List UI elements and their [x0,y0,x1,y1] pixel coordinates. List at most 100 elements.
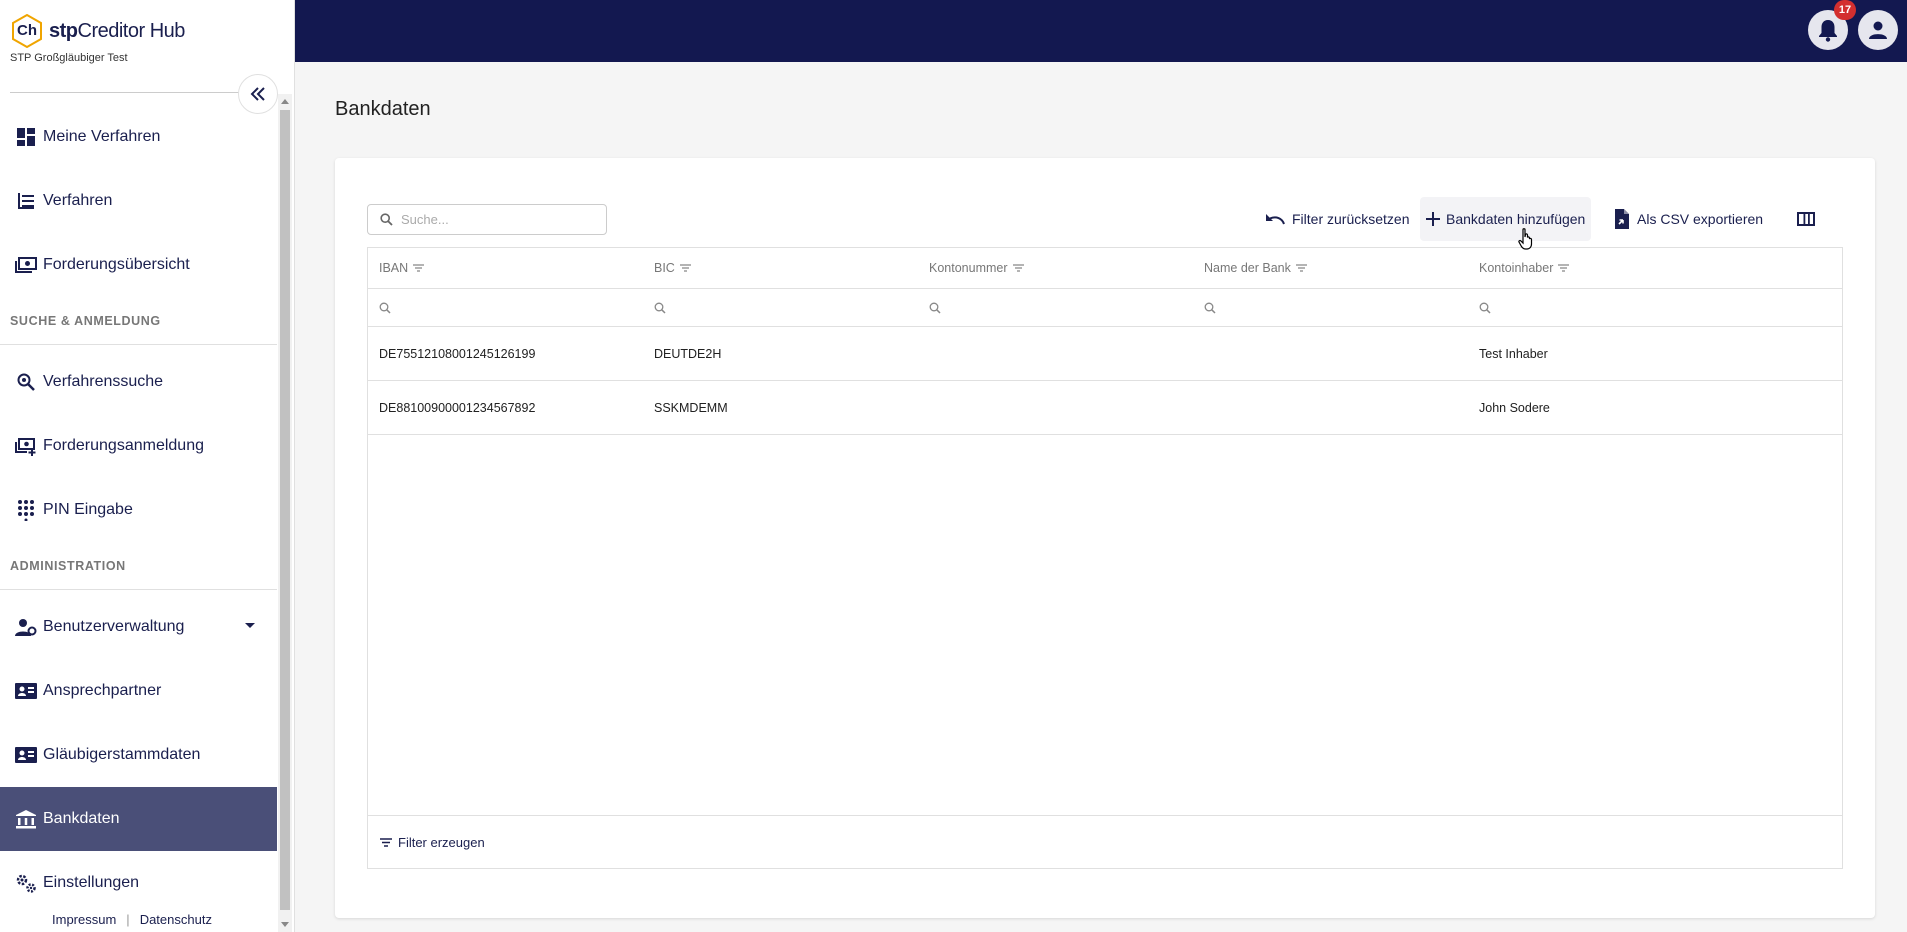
sidebar-item-glaeubigerstammdaten[interactable]: Gläubigerstammdaten [0,723,277,787]
reset-filter-button[interactable]: Filter zurücksetzen [1258,197,1415,241]
grid-filter-row [368,289,1842,327]
cell-iban: DE88100900001234567892 [379,400,536,415]
search-icon [654,302,666,314]
nav-section-admin: ADMINISTRATION [0,542,277,590]
column-header-bic[interactable]: BIC [643,248,918,288]
sidebar-item-label: Verfahren [43,192,113,209]
column-filter-bic[interactable] [643,289,918,326]
brand-subtitle: STP Großgläubiger Test [10,52,128,64]
sidebar-item-forderungsanmeldung[interactable]: Forderungsanmeldung [0,414,277,478]
contact-card-icon [14,679,38,703]
scroll-up-arrow-icon[interactable] [281,99,289,104]
create-filter-button[interactable]: Filter erzeugen [368,815,1842,868]
data-grid: IBAN BIC Kontonummer Name der Bank Konto… [367,247,1843,869]
file-export-icon [1613,208,1631,230]
column-header-kontonummer[interactable]: Kontonummer [918,248,1193,288]
sidebar-item-pin-eingabe[interactable]: PIN Eingabe [0,478,277,542]
filter-list-icon[interactable] [1558,264,1570,272]
settings-icon [14,871,38,895]
divider [10,92,240,93]
column-header-iban[interactable]: IBAN [368,248,643,288]
sidebar-item-ansprechpartner[interactable]: Ansprechpartner [0,659,277,723]
add-bankdata-button[interactable]: Bankdaten hinzufügen [1420,197,1592,241]
brand-logo[interactable]: Ch stpCreditor Hub [10,14,185,48]
sidebar-item-label: Meine Verfahren [43,128,161,145]
sidebar-item-verfahren[interactable]: Verfahren [0,169,277,233]
column-header-name-der-bank[interactable]: Name der Bank [1193,248,1468,288]
sidebar-scrollbar[interactable] [278,94,292,932]
money-icon [14,253,38,277]
column-filter-name-der-bank[interactable] [1193,289,1468,326]
user-cog-icon [14,615,38,639]
columns-button[interactable] [1791,197,1827,241]
view-column-icon [1797,212,1815,226]
cell-kontonummer [918,327,1193,380]
column-header-label: Name der Bank [1204,261,1291,275]
filter-list-icon[interactable] [1012,264,1024,272]
create-filter-label: Filter erzeugen [398,834,485,850]
export-csv-button[interactable]: Als CSV exportieren [1607,197,1769,241]
footer-links: Impressum | Datenschutz [52,912,212,927]
sidebar-item-verfahrenssuche[interactable]: Verfahrenssuche [0,350,277,414]
bank-icon [14,807,38,831]
datenschutz-link[interactable]: Datenschutz [140,912,212,927]
nav-list: Meine Verfahren Verfahren Forderungsüber… [0,105,277,915]
sidebar-item-einstellungen[interactable]: Einstellungen [0,851,277,915]
search-icon [379,302,391,314]
search-field[interactable] [367,204,607,235]
export-csv-label: Als CSV exportieren [1637,211,1764,227]
plus-icon [1426,212,1440,226]
cell-kontoinhaber: Test Inhaber [1479,346,1548,361]
scrollbar-thumb[interactable] [280,110,290,910]
user-avatar-icon [1869,21,1887,39]
brand-name: stpCreditor Hub [49,19,185,42]
filter-list-icon[interactable] [1295,264,1307,272]
undo-icon [1264,212,1286,226]
scroll-down-arrow-icon[interactable] [281,922,289,927]
sidebar-item-label: Forderungsübersicht [43,256,190,273]
filter-list-icon[interactable] [679,264,691,272]
dashboard-icon [14,125,38,149]
column-filter-kontonummer[interactable] [918,289,1193,326]
cell-kontoinhaber: John Sodere [1479,400,1550,415]
table-row[interactable]: DE75512108001245126199 DEUTDE2H Test Inh… [368,327,1842,381]
sidebar-item-meine-verfahren[interactable]: Meine Verfahren [0,105,277,169]
search-icon [1479,302,1491,314]
filter-list-icon [380,837,392,847]
logo-text: Ch [17,22,37,39]
cell-name-der-bank [1193,381,1468,434]
add-bankdata-label: Bankdaten hinzufügen [1446,211,1586,227]
sidebar-item-label: Einstellungen [43,874,140,891]
sidebar-item-label: PIN Eingabe [43,501,133,518]
user-menu-button[interactable] [1858,10,1898,50]
list-icon [14,189,38,213]
contact-card-icon [14,743,38,767]
cell-bic: DEUTDE2H [654,346,722,361]
sidebar-item-bankdaten[interactable]: Bankdaten [0,787,277,851]
cell-kontonummer [918,381,1193,434]
impressum-link[interactable]: Impressum [52,912,116,927]
column-header-label: Kontonummer [929,261,1008,275]
notification-count-badge: 17 [1834,0,1856,20]
dialpad-icon [14,498,38,522]
sidebar-item-forderungsuebersicht[interactable]: Forderungsübersicht [0,233,277,297]
sidebar-item-label: Verfahrenssuche [43,373,164,390]
search-magnify-icon [14,370,38,394]
double-chevron-left-icon [250,87,265,101]
hand-cursor-icon [1518,228,1534,255]
chevron-down-icon[interactable] [245,623,255,628]
column-filter-iban[interactable] [368,289,643,326]
column-filter-kontoinhaber[interactable] [1468,289,1842,326]
page-title: Bankdaten [335,98,431,120]
column-header-label: IBAN [379,261,409,275]
sidebar-item-label: Benutzerverwaltung [43,618,185,635]
logo-hexagon-icon: Ch [10,14,44,48]
filter-list-icon[interactable] [413,264,425,272]
sidebar-item-label: Forderungsanmeldung [43,437,204,454]
sidebar-item-benutzerverwaltung[interactable]: Benutzerverwaltung [0,595,277,659]
table-row[interactable]: DE88100900001234567892 SSKMDEMM John Sod… [368,381,1842,435]
reset-filter-label: Filter zurücksetzen [1292,211,1410,227]
search-icon [929,302,941,314]
money-add-icon [14,434,38,458]
search-input[interactable] [401,212,591,227]
